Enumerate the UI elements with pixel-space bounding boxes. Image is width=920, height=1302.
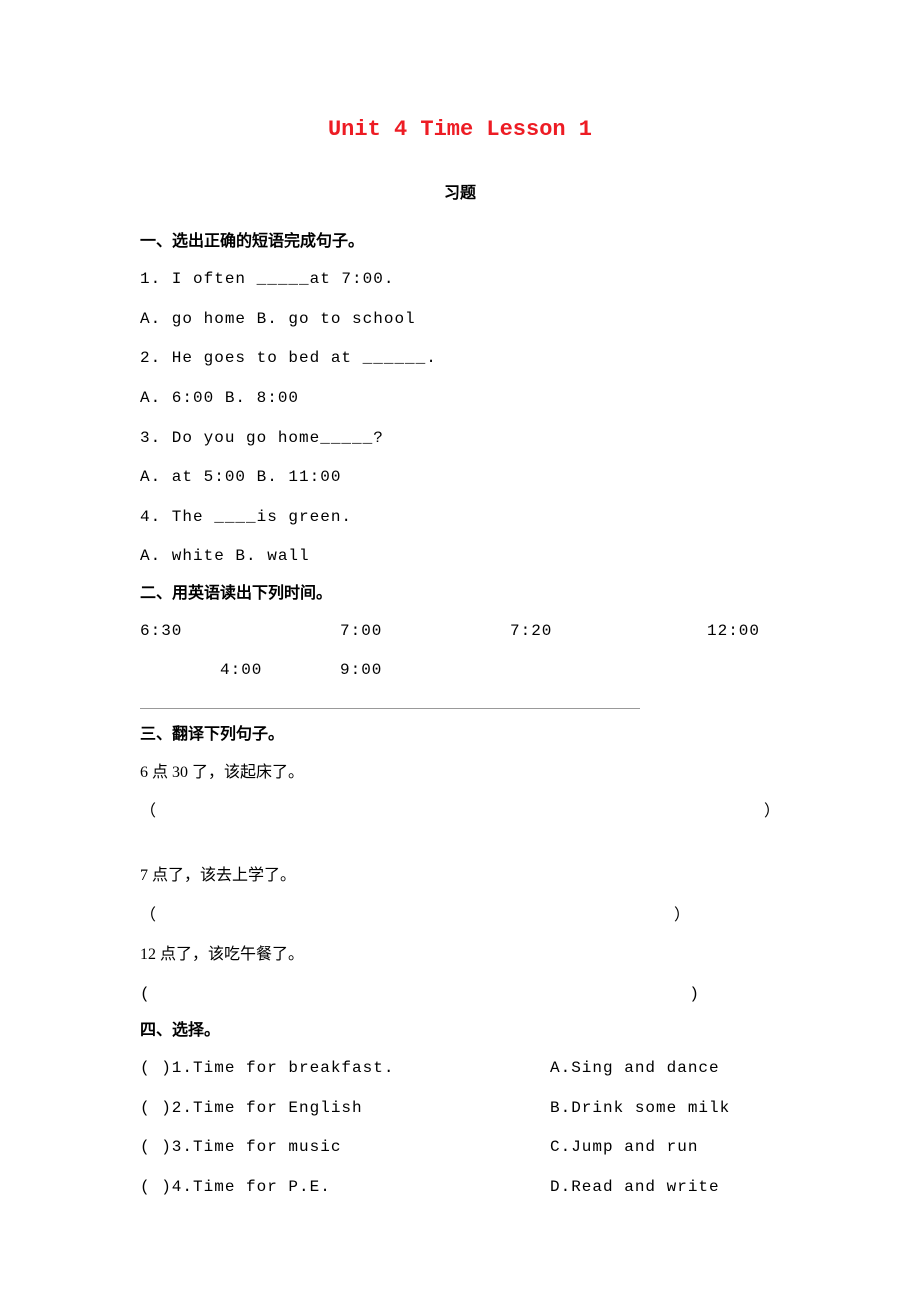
match-right-2: B.Drink some milk	[550, 1092, 780, 1126]
translate-3: 12 点了，该吃午餐了。	[140, 938, 780, 972]
translate-1-paren: （ ）	[140, 795, 780, 829]
translate-3-paren: ( )	[140, 978, 700, 1012]
match-left-4: ( )4.Time for P.E.	[140, 1171, 550, 1205]
paren-open: （	[140, 795, 156, 829]
translate-2-paren: （ ）	[140, 899, 690, 933]
match-right-1: A.Sing and dance	[550, 1052, 780, 1086]
time-row-2: 4:00 9:00	[140, 654, 780, 688]
match-left-2: ( )2.Time for English	[140, 1092, 550, 1126]
match-row-1: ( )1.Time for breakfast. A.Sing and danc…	[140, 1052, 780, 1086]
section3-heading: 三、翻译下列句子。	[140, 721, 780, 750]
q3-text: 3. Do you go home_____?	[140, 422, 780, 456]
time-3: 7:20	[510, 615, 680, 649]
time-6: 9:00	[340, 654, 780, 688]
q2-options: A. 6:00 B. 8:00	[140, 382, 780, 416]
section2-heading: 二、用英语读出下列时间。	[140, 580, 780, 609]
match-row-3: ( )3.Time for music C.Jump and run	[140, 1131, 780, 1165]
match-row-4: ( )4.Time for P.E. D.Read and write	[140, 1171, 780, 1205]
section1-heading: 一、选出正确的短语完成句子。	[140, 228, 780, 257]
q2-text: 2. He goes to bed at ______.	[140, 342, 780, 376]
time-4: 12:00	[680, 615, 780, 649]
paren-close: )	[689, 978, 700, 1012]
match-row-2: ( )2.Time for English B.Drink some milk	[140, 1092, 780, 1126]
paren-close: ）	[764, 795, 780, 829]
match-right-3: C.Jump and run	[550, 1131, 780, 1165]
paren-close: ）	[674, 899, 690, 933]
translate-1: 6 点 30 了，该起床了。	[140, 756, 780, 790]
divider	[140, 708, 640, 709]
section4-heading: 四、选择。	[140, 1017, 780, 1046]
page-title: Unit 4 Time Lesson 1	[140, 110, 780, 150]
q4-text: 4. The ____is green.	[140, 501, 780, 535]
match-left-3: ( )3.Time for music	[140, 1131, 550, 1165]
q1-text: 1. I often _____at 7:00.	[140, 263, 780, 297]
match-left-1: ( )1.Time for breakfast.	[140, 1052, 550, 1086]
translate-2: 7 点了，该去上学了。	[140, 859, 780, 893]
q4-options: A. white B. wall	[140, 540, 780, 574]
page-subtitle: 习题	[140, 180, 780, 209]
paren-open: (	[140, 978, 151, 1012]
time-row-1: 6:30 7:00 7:20 12:00	[140, 615, 780, 649]
match-right-4: D.Read and write	[550, 1171, 780, 1205]
paren-open: （	[140, 899, 156, 933]
q3-options: A. at 5:00 B. 11:00	[140, 461, 780, 495]
time-2: 7:00	[340, 615, 510, 649]
q1-options: A. go home B. go to school	[140, 303, 780, 337]
time-1: 6:30	[140, 615, 340, 649]
time-5: 4:00	[140, 654, 340, 688]
